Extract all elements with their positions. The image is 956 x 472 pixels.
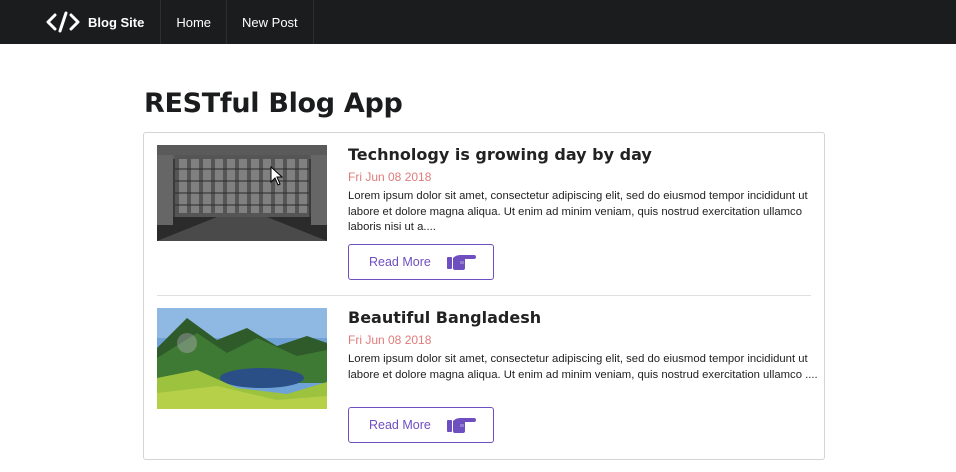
post-content: Beautiful Bangladesh Fri Jun 08 2018 Lor…: [348, 308, 818, 383]
read-more-button[interactable]: Read More: [348, 407, 494, 443]
nav-item-new-post[interactable]: New Post: [227, 0, 314, 44]
post-title[interactable]: Beautiful Bangladesh: [348, 308, 818, 327]
nav-item-home[interactable]: Home: [161, 0, 228, 44]
nav-item-label: Home: [176, 14, 212, 30]
post-excerpt: Lorem ipsum dolor sit amet, consectetur …: [348, 190, 808, 233]
read-more-label: Read More: [369, 255, 431, 269]
page-title: RESTful Blog App: [144, 88, 403, 119]
post-date: Fri Jun 08 2018: [348, 170, 432, 184]
post-divider: [157, 295, 811, 296]
top-navbar: Blog Site Home New Post: [0, 0, 956, 44]
post-excerpt: Lorem ipsum dolor sit amet, consectetur …: [348, 353, 818, 381]
post-list: Technology is growing day by day Fri Jun…: [143, 132, 825, 460]
post-content: Technology is growing day by day Fri Jun…: [348, 145, 818, 236]
post-thumbnail[interactable]: [157, 308, 327, 409]
hand-pointing-right-icon: [447, 252, 477, 275]
post-thumbnail[interactable]: [157, 145, 327, 241]
hand-pointing-right-icon: [447, 415, 477, 438]
mouse-cursor-icon: [270, 165, 284, 191]
code-icon: [46, 11, 80, 33]
nav-item-label: New Post: [242, 14, 298, 30]
post-title[interactable]: Technology is growing day by day: [348, 145, 818, 164]
brand-label: Blog Site: [88, 14, 145, 30]
post-date: Fri Jun 08 2018: [348, 333, 432, 347]
read-more-label: Read More: [369, 418, 431, 432]
read-more-button[interactable]: Read More: [348, 244, 494, 280]
brand-link[interactable]: Blog Site: [0, 0, 162, 44]
